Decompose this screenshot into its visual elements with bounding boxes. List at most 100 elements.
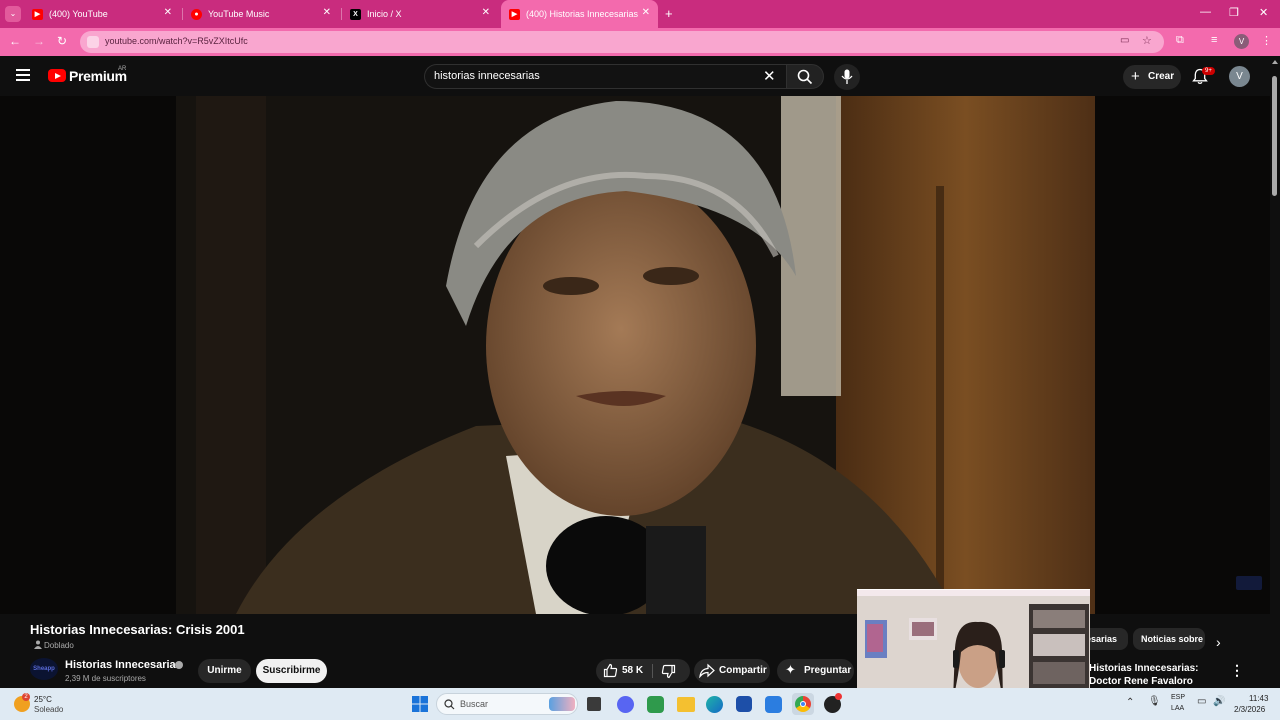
share-label: Compartir — [719, 665, 767, 676]
plus-icon: + — [1131, 68, 1140, 85]
clock-date[interactable]: 2/3/2026 — [1234, 705, 1265, 714]
tab-x[interactable]: X Inicio / X ✕ — [342, 0, 498, 28]
video-frame[interactable] — [176, 96, 1095, 614]
hamburger-menu-icon[interactable] — [16, 69, 30, 81]
search-icon — [444, 699, 455, 710]
join-button[interactable]: Unirme — [198, 659, 251, 683]
clock-time[interactable]: 11:43 — [1249, 694, 1268, 703]
tab-historias-innecesarias[interactable]: ▶ (400) Historias Innecesarias: Cri ✕ — [501, 0, 658, 28]
tab-title: Inicio / X — [367, 9, 402, 19]
like-divider — [652, 664, 653, 678]
close-tab-icon[interactable]: ✕ — [642, 7, 650, 18]
create-button[interactable]: + Crear — [1123, 65, 1181, 89]
microphone-tray-icon[interactable]: 🎙 — [1148, 696, 1161, 707]
search-input[interactable] — [434, 70, 734, 82]
restore-icon[interactable]: ❐ — [1229, 6, 1239, 19]
voice-search-button[interactable] — [834, 64, 860, 90]
tab-search-dropdown[interactable]: ⌄ — [5, 6, 21, 22]
forward-arrow-icon[interactable]: → — [33, 34, 45, 48]
discord-icon[interactable] — [617, 696, 634, 713]
youtube-favicon-icon: ▶ — [509, 8, 520, 20]
paint-app-icon[interactable] — [765, 696, 782, 713]
close-tab-icon[interactable]: ✕ — [323, 7, 331, 18]
video-frame-image — [176, 96, 1095, 614]
video-player[interactable] — [0, 96, 1270, 614]
extensions-icon[interactable]: ⧉ — [1176, 34, 1184, 47]
microsoft-store-icon[interactable] — [736, 696, 752, 712]
volume-icon[interactable]: 🔊 — [1213, 696, 1225, 707]
verified-badge-icon — [175, 661, 183, 669]
chip-noticias-sobre[interactable]: Noticias sobre — [1133, 628, 1205, 650]
x-favicon-icon: X — [350, 8, 361, 20]
chips-next-chevron-icon[interactable]: › — [1216, 634, 1221, 650]
subscriber-count: 2,39 M de suscriptores — [65, 674, 146, 683]
share-arrow-icon — [699, 663, 715, 678]
ask-label: Preguntar — [804, 665, 852, 676]
create-label: Crear — [1148, 71, 1175, 82]
weather-alert-badge: 2 — [22, 693, 30, 701]
keyboard-layout[interactable]: LAA — [1171, 705, 1184, 712]
scroll-up-arrow-icon[interactable] — [1272, 60, 1278, 64]
tab-youtube[interactable]: ▶ (400) YouTube ✕ — [24, 0, 180, 28]
weather-temperature[interactable]: 25°C — [34, 695, 52, 704]
share-button[interactable]: Compartir — [694, 659, 770, 683]
profile-avatar[interactable]: V — [1234, 34, 1249, 49]
video-title: Historias Innecesarias: Crisis 2001 — [30, 622, 245, 637]
close-window-icon[interactable]: ✕ — [1259, 6, 1268, 19]
file-explorer-icon[interactable] — [677, 697, 695, 712]
windows-start-icon[interactable] — [410, 694, 430, 714]
keyboard-language[interactable]: ESP — [1171, 694, 1185, 701]
cast-icon[interactable]: ▭ — [1120, 35, 1129, 46]
channel-watermark-icon[interactable] — [1236, 576, 1262, 590]
app-with-notification-icon[interactable] — [824, 693, 842, 713]
back-arrow-icon[interactable]: ← — [9, 34, 21, 48]
like-dislike-group: 58 K — [596, 659, 690, 683]
dubbed-person-icon — [34, 640, 42, 649]
thumbs-down-icon[interactable] — [661, 664, 676, 679]
ask-button[interactable]: ✦ Preguntar — [777, 659, 854, 683]
bookmark-star-icon[interactable]: ☆ — [1142, 34, 1152, 47]
taskbar-search[interactable]: Buscar — [436, 693, 578, 715]
youtube-logo-icon[interactable] — [48, 69, 66, 82]
chrome-browser-icon[interactable] — [792, 693, 814, 715]
close-tab-icon[interactable]: ✕ — [164, 7, 172, 18]
search-box[interactable] — [424, 64, 786, 89]
page-scrollbar[interactable] — [1270, 56, 1280, 688]
minimize-icon[interactable]: — — [1200, 6, 1211, 18]
scrollbar-thumb[interactable] — [1272, 76, 1277, 196]
reading-list-icon[interactable]: ≡ — [1211, 34, 1217, 46]
close-tab-icon[interactable]: ✕ — [482, 7, 490, 18]
show-hidden-icons-chevron-icon[interactable]: ⌃ — [1126, 697, 1134, 708]
url-text[interactable]: youtube.com/watch?v=R5vZXItcUfc — [105, 36, 248, 46]
address-bar[interactable]: youtube.com/watch?v=R5vZXItcUfc ▭ ☆ — [80, 31, 1164, 53]
edge-browser-icon[interactable] — [706, 696, 723, 713]
browser-menu-icon[interactable]: ⋮ — [1261, 34, 1272, 47]
tab-title: (400) YouTube — [49, 9, 108, 19]
like-count[interactable]: 58 K — [622, 665, 643, 676]
windows-logo-icon — [412, 696, 428, 712]
tab-title: YouTube Music — [208, 9, 270, 19]
taskbar-search-placeholder: Buscar — [460, 699, 489, 709]
task-view-icon[interactable] — [587, 697, 601, 711]
youtube-music-favicon-icon: ● — [191, 8, 202, 20]
next-video-title[interactable]: Historias Innecesarias: Doctor Rene Fava… — [1089, 662, 1224, 688]
clear-search-icon[interactable]: ✕ — [763, 67, 776, 85]
network-icon[interactable]: ▭ — [1197, 696, 1206, 707]
browser-tab-strip: ⌄ ▶ (400) YouTube ✕ ● YouTube Music ✕ X … — [0, 0, 1280, 28]
channel-avatar[interactable]: Sheapp — [30, 658, 58, 680]
tab-youtube-music[interactable]: ● YouTube Music ✕ — [183, 0, 339, 28]
channel-name[interactable]: Historias Innecesarias — [65, 659, 182, 671]
reload-icon[interactable]: ↻ — [57, 34, 67, 48]
search-button[interactable] — [786, 64, 824, 89]
sparkle-icon: ✦ — [785, 662, 796, 677]
new-tab-plus-icon[interactable]: + — [665, 6, 673, 21]
site-info-icon[interactable] — [87, 36, 99, 48]
windows-taskbar: 2 25°C Soleado Buscar ⌃ 🎙 ESP LAA ▭ 🔊 11… — [0, 688, 1280, 720]
search-icon — [797, 69, 813, 85]
account-avatar[interactable]: V — [1229, 66, 1250, 87]
news-app-icon[interactable] — [647, 696, 664, 713]
subscribe-button[interactable]: Suscribirme — [256, 659, 327, 683]
more-options-icon[interactable]: ⋮ — [1230, 662, 1244, 679]
weather-condition[interactable]: Soleado — [34, 705, 63, 714]
thumbs-up-icon[interactable] — [603, 663, 618, 678]
